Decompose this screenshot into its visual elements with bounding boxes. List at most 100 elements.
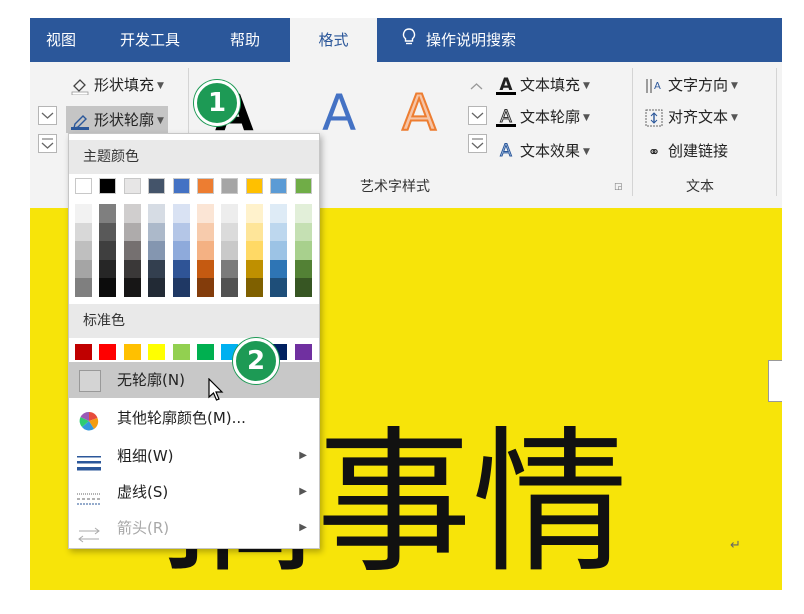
theme-color-swatch[interactable] [172,178,190,194]
theme-shade-swatch[interactable] [75,241,92,260]
dialog-launcher-icon[interactable]: ◲ [614,182,623,192]
theme-shade-swatch[interactable] [294,222,312,242]
text-fill-button[interactable]: A 文本填充 ▼ [496,74,590,95]
theme-shade-swatch[interactable] [172,241,190,260]
gallery-scroll-down-icon[interactable] [468,106,487,125]
theme-shade-swatch[interactable] [294,278,312,297]
weight-item[interactable]: 粗细(W) ▶ [69,438,319,474]
tab-format[interactable]: 格式 [290,18,377,62]
text-direction-button[interactable]: A 文字方向 ▼ [644,74,738,95]
theme-shade-swatch[interactable] [294,259,312,279]
text-outline-button[interactable]: A 文本轮廓 ▼ [496,106,590,127]
wordart-style-blue[interactable]: A [322,84,356,142]
theme-shade-swatch[interactable] [197,222,214,242]
theme-color-swatch[interactable] [75,178,92,194]
theme-shade-swatch[interactable] [123,241,141,260]
theme-color-swatch[interactable] [221,178,239,194]
standard-color-swatch[interactable] [172,344,190,360]
gallery-expand-icon[interactable] [468,134,487,153]
theme-shade-swatch[interactable] [99,204,117,223]
theme-shade-swatch[interactable] [221,278,239,297]
tab-developer[interactable]: 开发工具 [120,18,180,62]
standard-color-swatch[interactable] [294,344,312,360]
theme-shade-swatch[interactable] [75,222,92,242]
theme-shade-swatch[interactable] [221,259,239,279]
theme-shade-swatch[interactable] [270,222,288,242]
theme-shade-swatch[interactable] [99,259,117,279]
wordart-style-orange[interactable]: A [401,83,437,143]
theme-shade-swatch[interactable] [197,204,214,223]
theme-shade-swatch[interactable] [197,278,214,297]
theme-color-swatch[interactable] [99,178,117,194]
theme-shade-swatch[interactable] [172,222,190,242]
theme-shade-swatch[interactable] [270,259,288,279]
theme-shade-swatch[interactable] [123,204,141,223]
theme-shade-swatch[interactable] [197,259,214,279]
text-fill-icon: A [496,76,516,95]
theme-shade-swatch[interactable] [123,259,141,279]
gallery-scroll-up-icon[interactable] [468,78,485,95]
theme-shade-swatch[interactable] [148,259,166,279]
theme-shade-swatch[interactable] [148,204,166,223]
theme-shade-swatch[interactable] [270,241,288,260]
standard-color-swatch[interactable] [148,344,166,360]
theme-shade-swatch[interactable] [75,259,92,279]
theme-shade-swatch[interactable] [123,222,141,242]
theme-shade-swatch[interactable] [245,204,263,223]
dashes-item[interactable]: 虚线(S) ▶ [69,474,319,510]
standard-color-swatch[interactable] [99,344,117,360]
create-link-label: 创建链接 [668,142,729,160]
theme-shade-swatch[interactable] [270,204,288,223]
theme-shade-swatch[interactable] [75,204,92,223]
theme-shade-swatch[interactable] [148,222,166,242]
theme-colors-heading: 主题颜色 [69,140,319,174]
theme-shade-swatch[interactable] [245,222,263,242]
theme-shade-swatch[interactable] [221,222,239,242]
theme-color-swatch[interactable] [123,178,141,194]
tell-me-search[interactable]: 操作说明搜索 [402,18,516,62]
theme-color-swatch[interactable] [245,178,263,194]
theme-color-swatch[interactable] [294,178,312,194]
theme-shade-swatch[interactable] [75,278,92,297]
theme-shade-swatch[interactable] [270,278,288,297]
tab-view[interactable]: 视图 [46,18,76,62]
standard-color-swatch[interactable] [123,344,141,360]
shape-outline-button[interactable]: 形状轮廓 ▼ [66,106,168,133]
theme-shade-swatch[interactable] [245,241,263,260]
arrows-item[interactable]: 箭头(R) ▶ [69,510,319,546]
scroll-down-icon[interactable] [38,106,57,125]
chevron-down-icon: ▼ [157,115,164,126]
theme-shade-swatch[interactable] [148,241,166,260]
theme-shade-swatch[interactable] [99,241,117,260]
standard-color-swatch[interactable] [197,344,214,360]
theme-shade-swatch[interactable] [172,259,190,279]
theme-shade-swatch[interactable] [294,241,312,260]
no-outline-item[interactable]: 无轮廓(N) [69,362,319,398]
more-outline-colors-item[interactable]: 其他轮廓颜色(M)... [69,400,319,436]
theme-shade-swatch[interactable] [148,278,166,297]
shape-fill-button[interactable]: 形状填充 ▼ [70,74,164,95]
theme-color-swatch[interactable] [270,178,288,194]
theme-shade-swatch[interactable] [99,222,117,242]
tell-me-label: 操作说明搜索 [426,31,517,49]
theme-shade-swatch[interactable] [172,204,190,223]
theme-shade-swatch[interactable] [245,278,263,297]
align-text-label: 对齐文本 [668,108,729,126]
theme-shade-swatch[interactable] [172,278,190,297]
expand-gallery-icon[interactable] [38,134,57,153]
theme-shade-swatch[interactable] [221,204,239,223]
theme-shade-swatch[interactable] [221,241,239,260]
create-link-button[interactable]: ⚭ 创建链接 [644,140,728,161]
theme-shade-swatch[interactable] [245,259,263,279]
tab-help[interactable]: 帮助 [230,18,260,62]
theme-color-swatch[interactable] [148,178,166,194]
theme-color-swatch[interactable] [197,178,214,194]
theme-shade-swatch[interactable] [197,241,214,260]
align-text-button[interactable]: 对齐文本 ▼ [644,106,738,127]
layout-options-icon[interactable] [768,360,782,402]
standard-color-swatch[interactable] [75,344,92,360]
text-effect-button[interactable]: A 文本效果 ▼ [496,140,590,161]
theme-shade-swatch[interactable] [123,278,141,297]
theme-shade-swatch[interactable] [99,278,117,297]
theme-shade-swatch[interactable] [294,204,312,223]
